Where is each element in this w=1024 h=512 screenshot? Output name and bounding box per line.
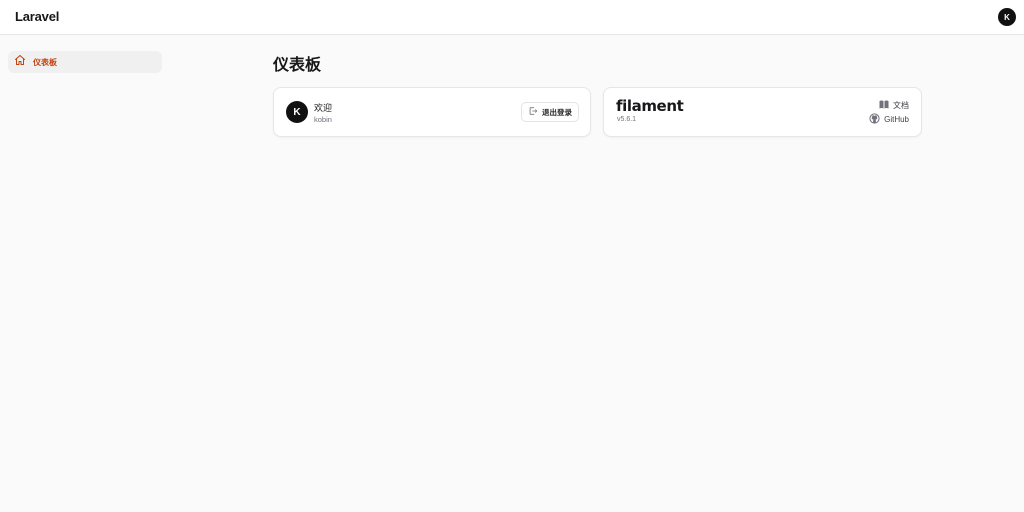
sidebar-item-dashboard[interactable]: 仪表板: [8, 51, 162, 73]
sidebar-item-label: 仪表板: [33, 57, 57, 67]
welcome-title: 欢迎: [314, 103, 333, 113]
welcome-username: kobin: [314, 115, 332, 124]
filament-logo: filament: [616, 97, 684, 115]
avatar: K: [286, 101, 308, 123]
filament-version: v5.6.1: [617, 116, 637, 123]
user-menu-avatar[interactable]: K: [998, 8, 1016, 26]
logout-icon: [528, 106, 542, 118]
logout-label: 退出登录: [542, 107, 572, 117]
docs-link[interactable]: 文档: [879, 100, 909, 111]
sidebar: 仪表板: [0, 35, 170, 512]
brand-logo[interactable]: Laravel: [15, 9, 59, 24]
home-icon: [14, 53, 26, 71]
top-bar: Laravel K: [0, 0, 1024, 35]
logout-button[interactable]: 退出登录: [521, 102, 579, 122]
docs-link-label: 文档: [893, 101, 909, 110]
book-icon: [879, 100, 893, 111]
welcome-card: K 欢迎 kobin 退出登录: [273, 87, 591, 137]
page-title: 仪表板: [273, 57, 322, 74]
github-link[interactable]: GitHub: [869, 113, 909, 126]
filament-info-card: filament v5.6.1 文档 GitHub: [603, 87, 922, 137]
github-icon: [869, 113, 884, 126]
github-link-label: GitHub: [884, 115, 909, 124]
